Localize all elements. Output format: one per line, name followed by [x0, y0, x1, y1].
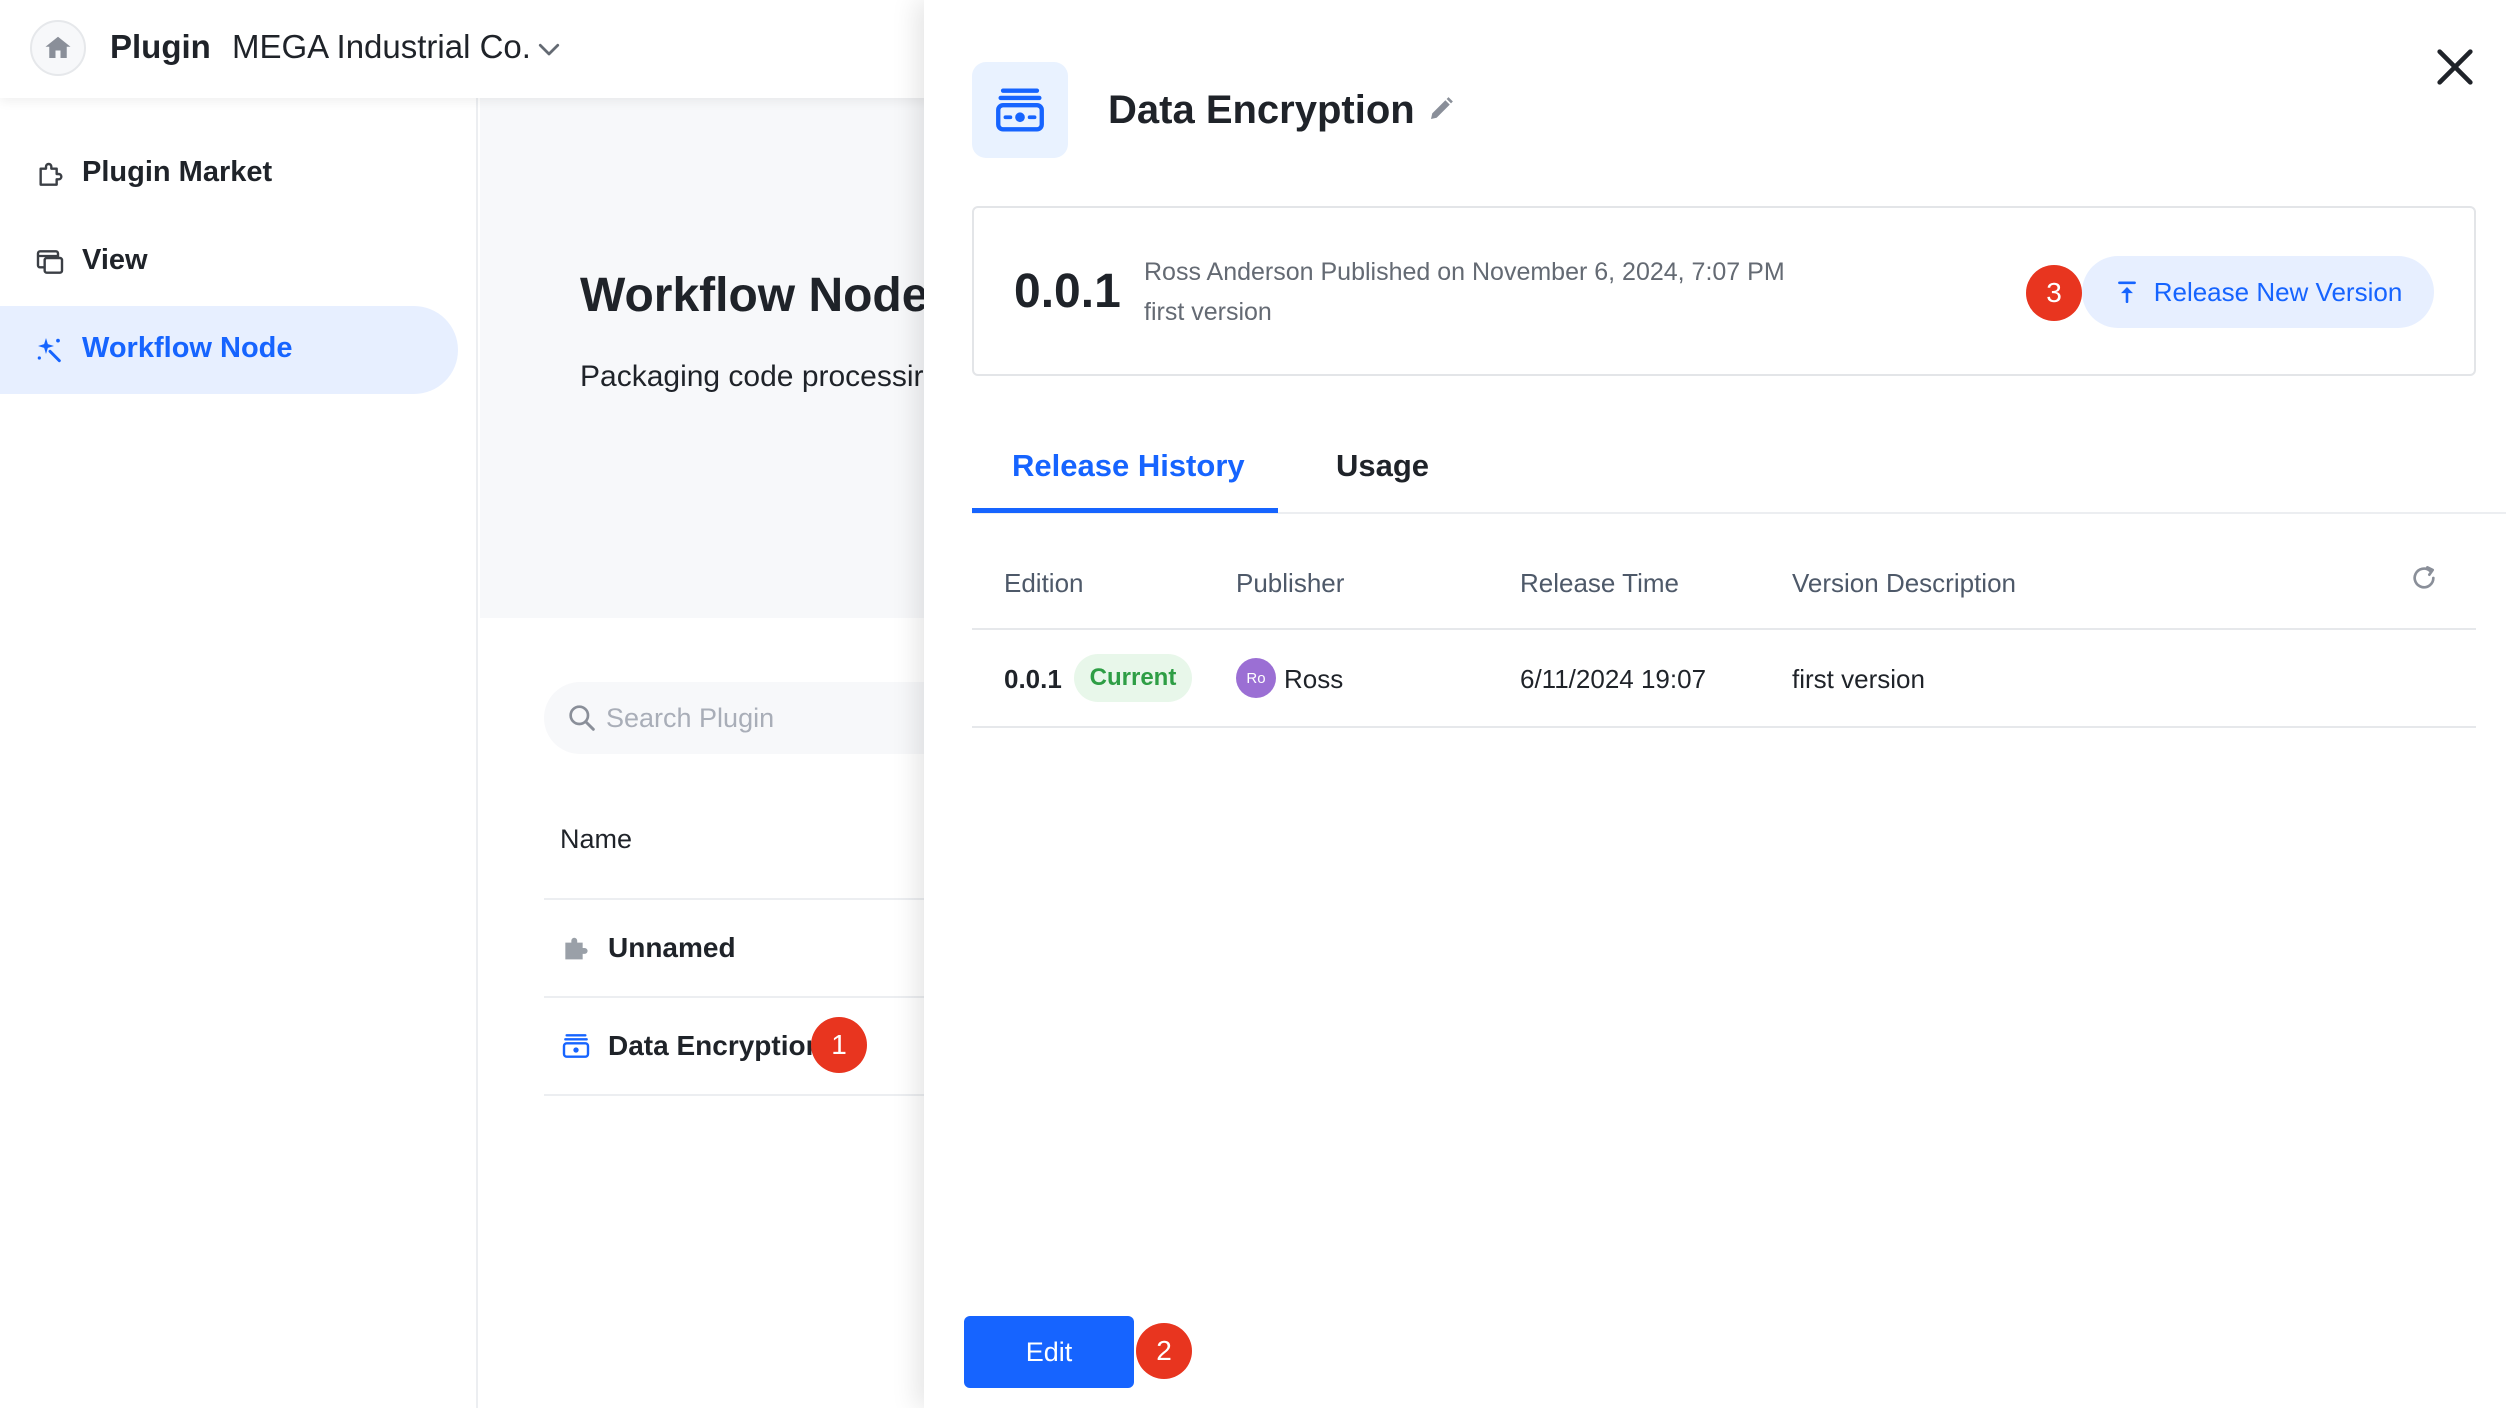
column-header-name: Name — [560, 824, 633, 854]
page-title: Workflow Node — [580, 269, 929, 322]
step-marker-3: 3 — [2026, 265, 2082, 321]
divider — [972, 726, 2476, 728]
plugin-name: Unnamed — [608, 932, 736, 963]
plugin-name: Data Encryption — [608, 1030, 823, 1061]
column-header-release-time: Release Time — [1520, 568, 1679, 598]
column-header-version-description: Version Description — [1792, 568, 2016, 598]
edition-cell: 0.0.1 — [1004, 664, 1062, 694]
current-version: 0.0.1 — [1014, 265, 1121, 318]
puzzle-icon — [39, 162, 63, 186]
org-name[interactable]: MEGA Industrial Co. — [232, 28, 531, 66]
column-header-publisher: Publisher — [1236, 568, 1345, 598]
home-button[interactable] — [30, 20, 86, 76]
close-icon[interactable] — [2432, 44, 2478, 90]
drawer-tabs: Release History Usage — [972, 430, 2506, 514]
step-marker-2: 2 — [1136, 1323, 1192, 1379]
sidebar-item-plugin-market[interactable]: Plugin Market — [0, 130, 458, 218]
sidebar-item-label: Plugin Market — [82, 156, 273, 188]
upload-icon — [2117, 281, 2136, 304]
encryption-box-icon — [996, 88, 1044, 132]
refresh-icon[interactable] — [2408, 562, 2440, 594]
release-new-version-button[interactable]: Release New Version — [2082, 256, 2434, 328]
sidebar-item-workflow-node[interactable]: Workflow Node — [0, 306, 458, 394]
app-name: Plugin — [110, 28, 211, 65]
divider — [972, 628, 2476, 630]
publish-info: Ross Anderson Published on November 6, 2… — [1144, 258, 1785, 286]
current-version-card: 0.0.1 Ross Anderson Published on Novembe… — [972, 206, 2476, 376]
puzzle-piece-icon — [565, 937, 588, 960]
release-button-label: Release New Version — [2153, 276, 2403, 307]
sidebar-item-label: Workflow Node — [82, 332, 293, 364]
avatar: Ro — [1236, 658, 1276, 698]
home-icon — [45, 36, 71, 58]
encryption-box-icon — [562, 1034, 590, 1058]
version-note: first version — [1144, 298, 1272, 326]
pencil-icon[interactable] — [1426, 94, 1456, 124]
sparkle-wand-icon — [37, 338, 61, 363]
release-time-cell: 6/11/2024 19:07 — [1520, 664, 1707, 694]
tab-release-history[interactable]: Release History — [1012, 448, 1245, 484]
sidebar-item-view[interactable]: View — [0, 218, 458, 306]
window-stack-icon — [36, 250, 64, 274]
sidebar: Plugin Market View Workflow Node — [0, 98, 478, 1408]
plugin-logo — [972, 62, 1068, 158]
publisher-cell: Ross — [1284, 664, 1344, 694]
column-header-edition: Edition — [1004, 568, 1084, 598]
drawer-title: Data Encryption — [1108, 88, 1415, 132]
search-icon — [569, 705, 595, 731]
plugin-detail-drawer: Data Encryption 0.0.1 Ross Anderson Publ… — [924, 0, 2506, 1408]
edit-button[interactable]: Edit — [964, 1316, 1134, 1388]
description-cell: first version — [1792, 664, 1925, 694]
tab-usage[interactable]: Usage — [1336, 448, 1429, 484]
active-tab-indicator — [972, 508, 1278, 513]
page-description: Packaging code processir — [580, 360, 924, 393]
step-marker-1: 1 — [811, 1017, 867, 1073]
current-badge: Current — [1074, 654, 1192, 702]
sidebar-item-label: View — [82, 244, 148, 276]
chevron-down-icon[interactable] — [534, 34, 564, 64]
